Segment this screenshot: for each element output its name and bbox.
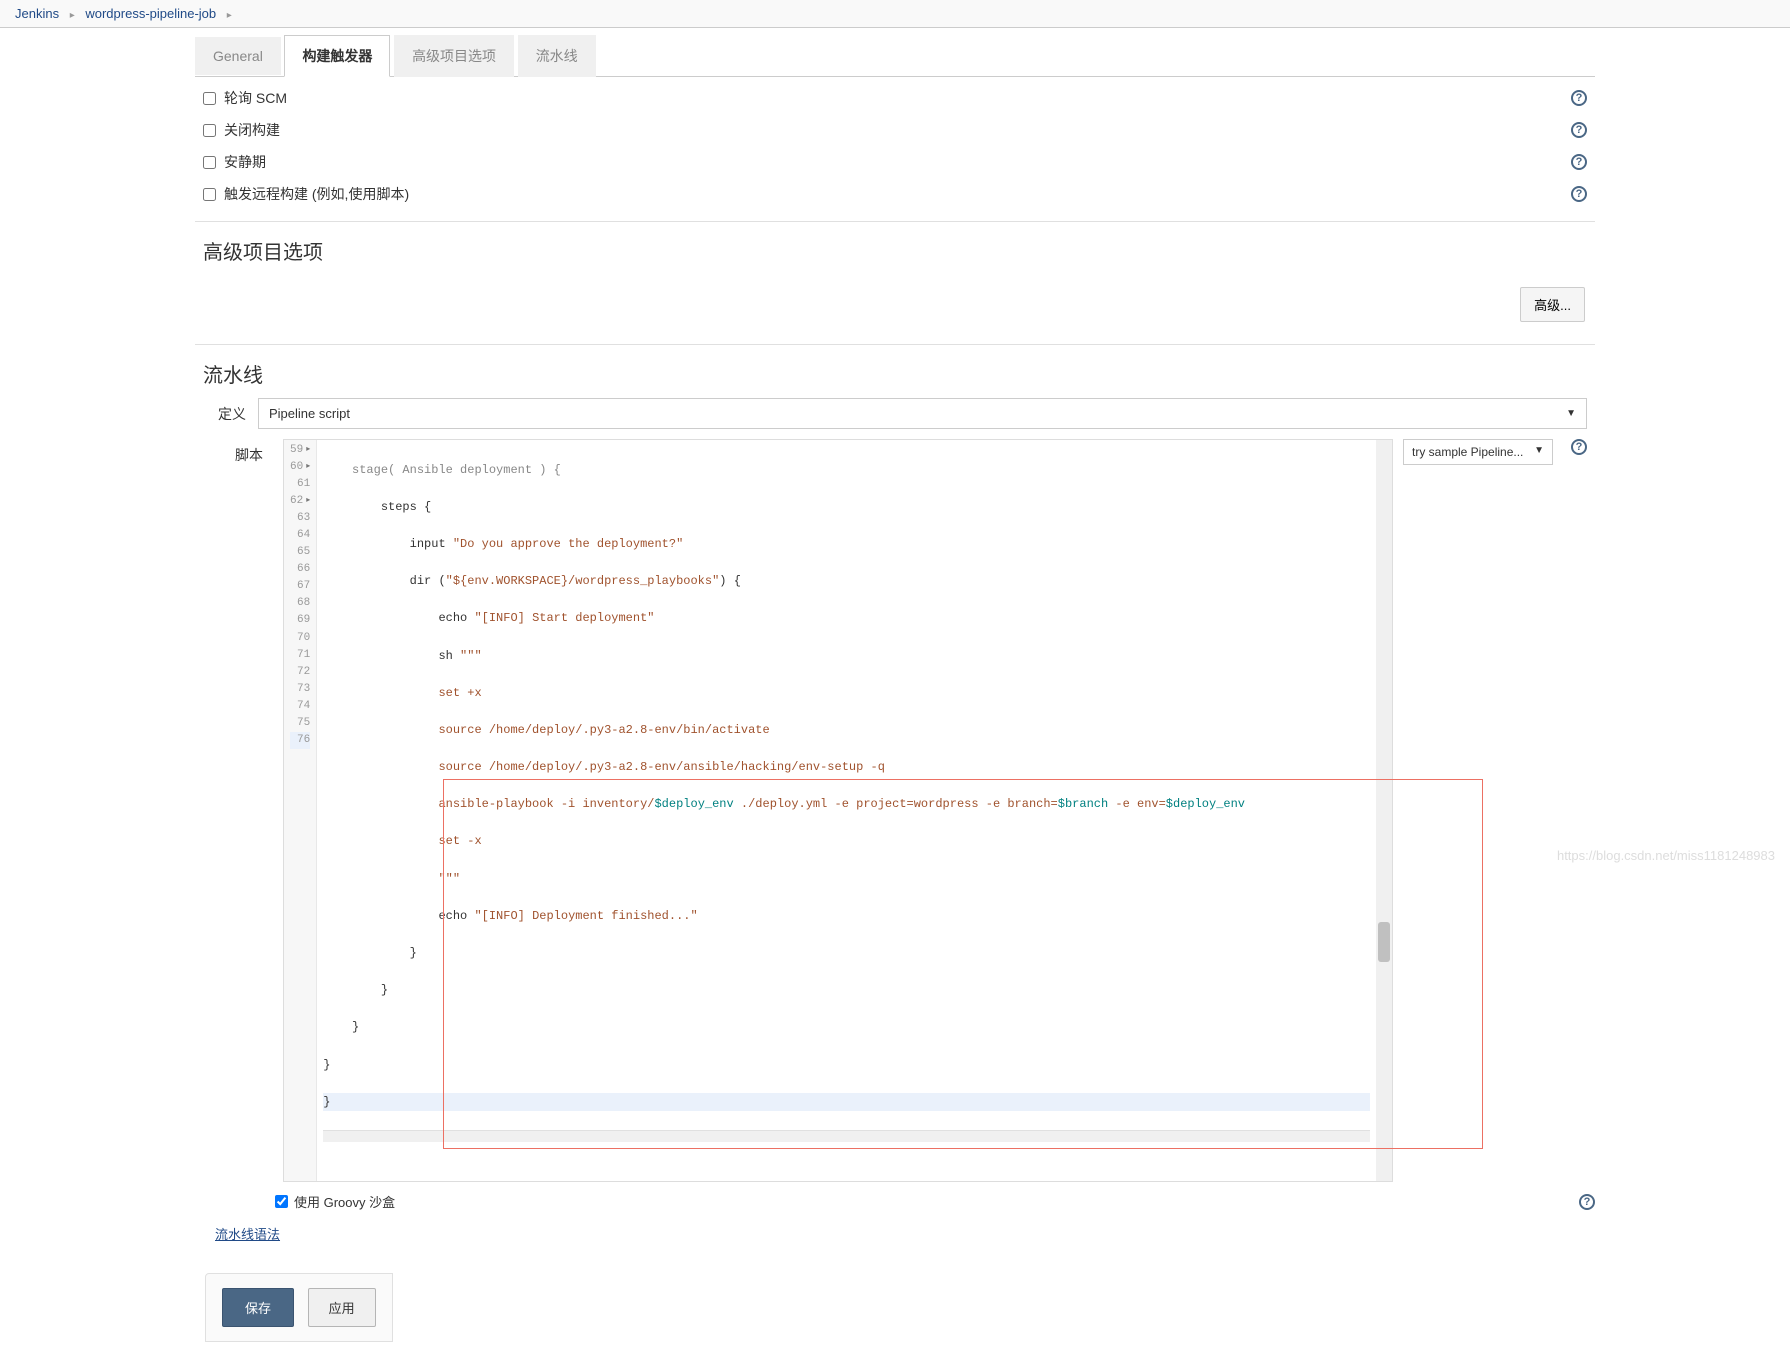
config-tabs: General 构建触发器 高级项目选项 流水线 [195, 34, 1595, 77]
advanced-options-header: 高级项目选项 [195, 221, 1595, 275]
trigger-poll-scm-label: 轮询 SCM [224, 88, 287, 108]
definition-select[interactable]: Pipeline script ▼ [258, 398, 1587, 429]
advanced-button-row: 高级... [195, 275, 1595, 345]
editor-gutter: 596061626364656667686970717273747576 [284, 440, 317, 1181]
sample-select-label: try sample Pipeline... [1412, 445, 1523, 459]
trigger-remote-checkbox[interactable] [203, 188, 216, 201]
definition-row: 定义 Pipeline script ▼ [195, 398, 1595, 429]
pipeline-script-editor[interactable]: 596061626364656667686970717273747576 sta… [283, 439, 1393, 1182]
help-icon[interactable]: ? [1571, 90, 1587, 106]
definition-control: Pipeline script ▼ [258, 398, 1587, 429]
groovy-sandbox-row: 使用 Groovy 沙盒 ? [195, 1182, 1595, 1216]
main-panel: General 构建触发器 高级项目选项 流水线 轮询 SCM ? 关闭构建 ?… [185, 34, 1605, 1362]
breadcrumb-job[interactable]: wordpress-pipeline-job [85, 6, 216, 21]
tab-advanced-options[interactable]: 高级项目选项 [394, 35, 514, 77]
groovy-sandbox-checkbox[interactable] [275, 1195, 288, 1208]
footer-buttons: 保存 应用 [205, 1273, 393, 1342]
pipeline-syntax-link[interactable]: 流水线语法 [215, 1224, 280, 1243]
breadcrumb-root[interactable]: Jenkins [15, 6, 59, 21]
script-area: 596061626364656667686970717273747576 sta… [283, 439, 1587, 1182]
save-button[interactable]: 保存 [222, 1288, 294, 1327]
apply-button[interactable]: 应用 [308, 1288, 376, 1327]
trigger-remote-label: 触发远程构建 (例如,使用脚本) [224, 184, 409, 204]
trigger-quiet-period-label: 安静期 [224, 152, 266, 172]
trigger-remote-row: 触发远程构建 (例如,使用脚本) ? [195, 178, 1595, 210]
editor-content[interactable]: stage( Ansible deployment ) { steps { in… [317, 440, 1376, 1181]
advanced-button[interactable]: 高级... [1520, 287, 1585, 322]
breadcrumb: Jenkins ▸ wordpress-pipeline-job ▸ [0, 0, 1790, 28]
trigger-quiet-period-checkbox[interactable] [203, 156, 216, 169]
help-icon[interactable]: ? [1571, 154, 1587, 170]
tab-general[interactable]: General [195, 37, 281, 75]
help-icon[interactable]: ? [1571, 122, 1587, 138]
trigger-poll-scm-row: 轮询 SCM ? [195, 82, 1595, 114]
trigger-disable-build-row: 关闭构建 ? [195, 114, 1595, 146]
help-icon[interactable]: ? [1571, 439, 1587, 455]
build-triggers-section: 轮询 SCM ? 关闭构建 ? 安静期 ? 触发远程构建 (例如,使用脚本) ? [195, 77, 1595, 215]
try-sample-pipeline-select[interactable]: try sample Pipeline... ▼ [1403, 439, 1553, 465]
trigger-disable-build-checkbox[interactable] [203, 124, 216, 137]
help-icon[interactable]: ? [1571, 186, 1587, 202]
editor-scrollbar-horizontal[interactable] [323, 1130, 1370, 1142]
trigger-poll-scm-checkbox[interactable] [203, 92, 216, 105]
editor-scrollbar-vertical[interactable] [1376, 440, 1392, 1181]
trigger-disable-build-label: 关闭构建 [224, 120, 280, 140]
chevron-down-icon: ▼ [1566, 408, 1576, 419]
trigger-quiet-period-row: 安静期 ? [195, 146, 1595, 178]
script-label: 脚本 [203, 439, 283, 465]
groovy-sandbox-label: 使用 Groovy 沙盒 [294, 1192, 395, 1211]
tab-build-triggers[interactable]: 构建触发器 [284, 35, 390, 77]
definition-label: 定义 [203, 404, 258, 424]
script-row: 脚本 596061626364656667686970717273747576 … [195, 439, 1595, 1182]
pipeline-highlight-box: 脚本 596061626364656667686970717273747576 … [195, 439, 1595, 1243]
pipeline-header: 流水线 [195, 345, 1595, 398]
chevron-right-icon: ▸ [227, 10, 232, 21]
chevron-down-icon: ▼ [1534, 445, 1544, 459]
help-icon[interactable]: ? [1579, 1194, 1595, 1210]
tab-pipeline[interactable]: 流水线 [518, 35, 596, 77]
definition-value: Pipeline script [269, 406, 350, 421]
chevron-right-icon: ▸ [70, 10, 75, 21]
